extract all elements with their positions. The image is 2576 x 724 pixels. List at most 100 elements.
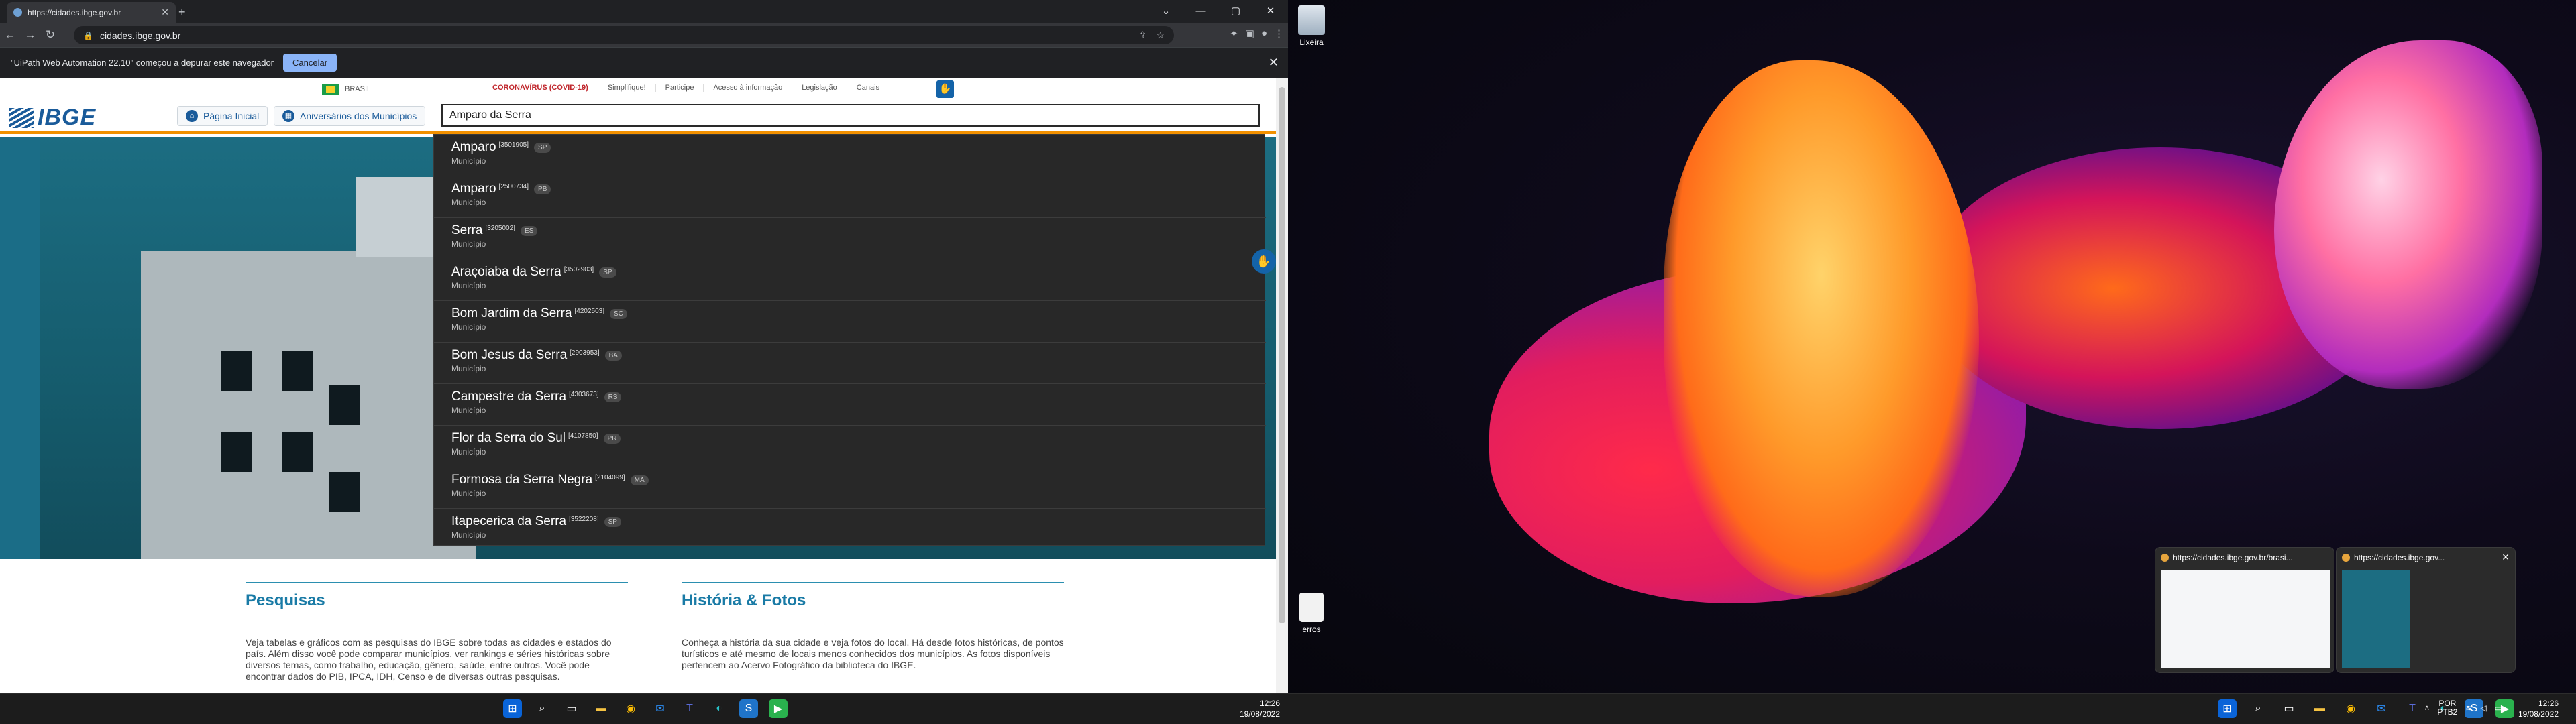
result-item[interactable]: Serra [3205002] ES Município bbox=[434, 218, 1266, 259]
result-item[interactable]: Flor da Serra do Sul [4107850] PR Município bbox=[434, 426, 1266, 467]
accessibility-icon[interactable]: ✋ bbox=[936, 80, 954, 98]
search-icon[interactable]: ⌕ bbox=[2249, 699, 2267, 718]
teams-icon[interactable]: T bbox=[2403, 699, 2422, 718]
maximize-icon[interactable]: ▢ bbox=[1218, 0, 1253, 23]
uf-badge: SP bbox=[604, 517, 621, 528]
scrollbar[interactable] bbox=[1276, 78, 1288, 700]
anniversaries-button[interactable]: ▦ Aniversários dos Municípios bbox=[274, 106, 426, 126]
mail-icon[interactable]: ✉ bbox=[2372, 699, 2391, 718]
section-title[interactable]: Pesquisas bbox=[246, 591, 628, 610]
anniversaries-label: Aniversários dos Municípios bbox=[300, 111, 417, 121]
task-view-icon[interactable]: ▭ bbox=[562, 699, 581, 718]
clock[interactable]: 12:26 19/08/2022 bbox=[2518, 698, 2559, 719]
search-input[interactable]: Amparo da Serra bbox=[441, 104, 1260, 127]
reload-icon[interactable]: ↻ bbox=[40, 28, 60, 42]
home-button[interactable]: ⌂ Página Inicial bbox=[177, 106, 268, 126]
clock[interactable]: 12:26 19/08/2022 bbox=[1240, 698, 1280, 719]
gov-link-acesso[interactable]: Acesso à informação bbox=[703, 84, 792, 92]
globe-icon bbox=[13, 8, 22, 17]
chevron-up-icon[interactable]: ˄ bbox=[2424, 703, 2429, 713]
accessibility-float-icon[interactable]: ✋ bbox=[1252, 249, 1276, 274]
puzzle-icon[interactable]: ✦ bbox=[1230, 27, 1238, 40]
brasil-link[interactable]: BRASIL bbox=[345, 85, 371, 93]
home-label: Página Inicial bbox=[203, 111, 260, 121]
edge-icon[interactable]: ◐ bbox=[710, 699, 729, 718]
right-screen: Lixeira erros https://cidades.ibge.gov.b… bbox=[1288, 0, 2576, 724]
taskbar-right: ⊞ ⌕ ▭ ▬ ◉ ✉ T ◐ S ▶ ˄ POR PTB2 ≋ ◁ ▭ 12:2… bbox=[1288, 693, 2576, 724]
result-item[interactable]: Araçoiaba da Serra [3502903] SP Município bbox=[434, 259, 1266, 301]
gov-link-legislacao[interactable]: Legislação bbox=[792, 84, 847, 92]
recycle-bin[interactable]: Lixeira bbox=[1291, 5, 1332, 47]
browser-tab[interactable]: https://cidades.ibge.gov.br ✕ bbox=[7, 2, 176, 23]
lock-icon[interactable]: 🔒 bbox=[83, 31, 93, 40]
result-item[interactable]: Itapecerica da Serra [3522208] SP Município bbox=[434, 509, 1266, 550]
mail-icon[interactable]: ✉ bbox=[651, 699, 669, 718]
result-item[interactable]: Bom Jesus da Serra [2903953] BA Município bbox=[434, 343, 1266, 384]
browser-toolbar: ← → ↻ 🔒 cidades.ibge.gov.br ⇪ ☆ ✦ ▣ ● ⋮ bbox=[0, 23, 1288, 47]
windows-start-icon[interactable]: ⊞ bbox=[2218, 699, 2237, 718]
search-icon[interactable]: ⌕ bbox=[533, 699, 551, 718]
tab-title: https://cidades.ibge.gov.br bbox=[28, 7, 121, 17]
result-item[interactable]: Bom Jardim da Serra [4202503] SC Município bbox=[434, 301, 1266, 343]
cancel-button[interactable]: Cancelar bbox=[283, 54, 337, 72]
calendar-icon: ▦ bbox=[282, 110, 294, 122]
volume-icon[interactable]: ◁ bbox=[2480, 703, 2486, 713]
section-title[interactable]: História & Fotos bbox=[682, 591, 1064, 610]
wallpaper-shape bbox=[2274, 40, 2542, 389]
teams-icon[interactable]: T bbox=[680, 699, 699, 718]
profile-icon[interactable]: ● bbox=[1261, 27, 1267, 40]
windows-start-icon[interactable]: ⊞ bbox=[503, 699, 522, 718]
close-preview-icon[interactable]: ✕ bbox=[2502, 552, 2510, 563]
taskbar-preview-2[interactable]: https://cidades.ibge.gov... ✕ bbox=[2336, 547, 2516, 673]
gov-bar: BRASIL CORONAVÍRUS (COVID-19) Simplifiqu… bbox=[0, 78, 1276, 99]
desktop-file-erros[interactable]: erros bbox=[1291, 593, 1332, 634]
result-item[interactable]: Formosa da Serra Negra [2104099] MA Municíp… bbox=[434, 467, 1266, 509]
forward-icon[interactable]: → bbox=[20, 28, 40, 42]
star-icon[interactable]: ☆ bbox=[1156, 29, 1165, 41]
uipath-studio-icon[interactable]: S bbox=[739, 699, 758, 718]
uf-badge: MA bbox=[630, 475, 649, 486]
task-view-icon[interactable]: ▭ bbox=[2279, 699, 2298, 718]
sidebar-icon[interactable]: ▣ bbox=[1245, 27, 1254, 40]
language-indicator[interactable]: POR PTB2 bbox=[2437, 699, 2457, 717]
chrome-icon[interactable]: ◉ bbox=[621, 699, 640, 718]
close-window-icon[interactable]: ✕ bbox=[1253, 0, 1288, 23]
section-historia: História & Fotos Conheça a história da s… bbox=[682, 582, 1064, 671]
menu-icon[interactable]: ⋮ bbox=[1274, 27, 1284, 40]
close-infobar-icon[interactable]: ✕ bbox=[1269, 56, 1279, 70]
section-pesquisas: Pesquisas Veja tabelas e gráficos com as… bbox=[246, 582, 628, 682]
gov-link-canais[interactable]: Canais bbox=[846, 84, 889, 92]
ibge-logo[interactable]: IBGE bbox=[9, 105, 96, 131]
extensions: ✦ ▣ ● ⋮ bbox=[1230, 27, 1284, 40]
result-item[interactable]: Amparo [3501905] SP Município bbox=[434, 135, 1266, 176]
taskbar-preview-1[interactable]: https://cidades.ibge.gov.br/brasi... bbox=[2155, 547, 2334, 673]
uf-badge: PR bbox=[603, 434, 621, 444]
result-item[interactable]: Campestre da Serra [4303673] RS Município bbox=[434, 384, 1266, 426]
file-explorer-icon[interactable]: ▬ bbox=[2310, 699, 2329, 718]
chevron-down-icon[interactable]: ⌄ bbox=[1148, 0, 1183, 23]
uipath-robot-icon[interactable]: ▶ bbox=[769, 699, 788, 718]
gov-link-covid[interactable]: CORONAVÍRUS (COVID-19) bbox=[483, 84, 598, 92]
taskbar-left: ⊞ ⌕ ▭ ▬ ◉ ✉ T ◐ S ▶ 12:26 19/08/2022 bbox=[0, 693, 1288, 724]
share-icon[interactable]: ⇪ bbox=[1139, 29, 1147, 41]
minimize-icon[interactable]: — bbox=[1183, 0, 1218, 23]
battery-icon[interactable]: ▭ bbox=[2495, 703, 2502, 713]
chrome-icon[interactable]: ◉ bbox=[2341, 699, 2360, 718]
close-tab-icon[interactable]: ✕ bbox=[161, 7, 169, 18]
uf-badge: SC bbox=[610, 309, 627, 320]
debug-infobar: "UiPath Web Automation 22.10" começou a … bbox=[0, 47, 1288, 78]
content-sections: Pesquisas Veja tabelas e gráficos com as… bbox=[40, 559, 1276, 700]
wifi-icon[interactable]: ≋ bbox=[2465, 703, 2472, 713]
address-bar[interactable]: 🔒 cidades.ibge.gov.br ⇪ ☆ bbox=[74, 26, 1174, 44]
gov-link-participe[interactable]: Participe bbox=[655, 84, 704, 92]
uf-badge: RS bbox=[604, 392, 622, 403]
ibge-logo-mark bbox=[9, 107, 34, 128]
home-icon: ⌂ bbox=[186, 110, 198, 122]
new-tab-icon[interactable]: + bbox=[178, 5, 186, 19]
back-icon[interactable]: ← bbox=[0, 28, 20, 42]
file-explorer-icon[interactable]: ▬ bbox=[592, 699, 610, 718]
result-item[interactable]: Amparo [2500734] PB Município bbox=[434, 176, 1266, 218]
section-text: Veja tabelas e gráficos com as pesquisas… bbox=[246, 637, 612, 682]
uf-badge: SP bbox=[534, 143, 551, 154]
gov-link-simplifique[interactable]: Simplifique! bbox=[597, 84, 655, 92]
